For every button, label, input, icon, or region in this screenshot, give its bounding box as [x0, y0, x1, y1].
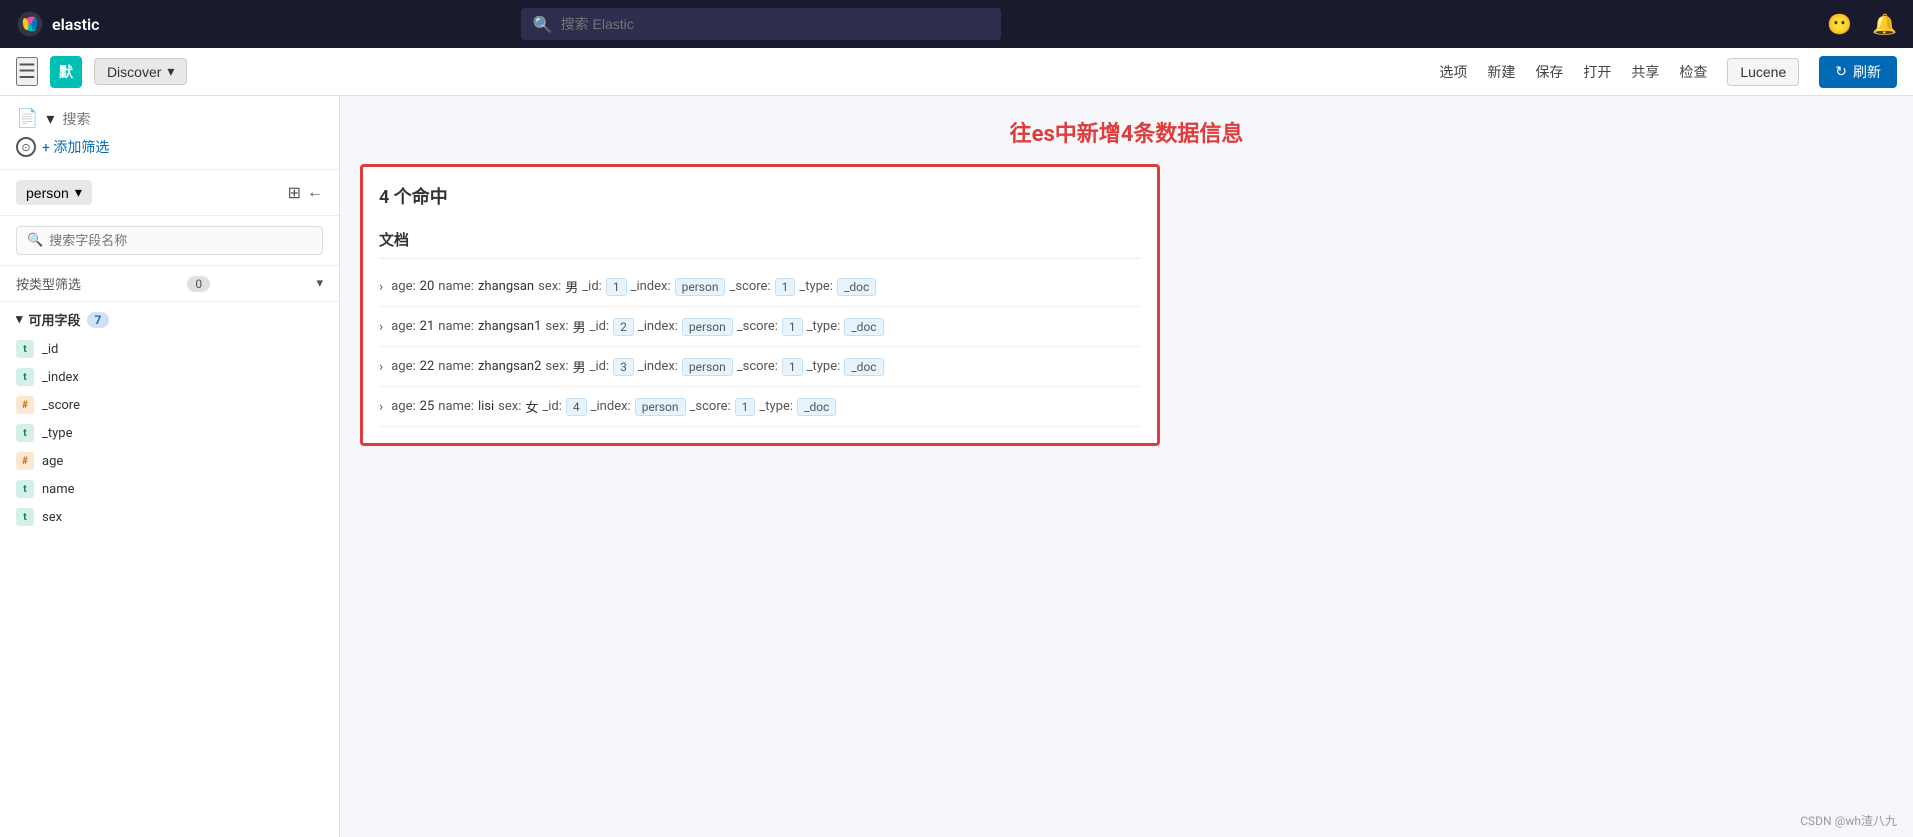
chevron-down-icon-filter: ▾ — [316, 276, 323, 291]
doc-content: age: 21 name: zhangsan1 sex: 男 _id: 2 _i… — [391, 317, 883, 336]
refresh-label: 刷新 — [1853, 62, 1881, 82]
save-button[interactable]: 保存 — [1535, 62, 1563, 82]
field-name: name — [42, 482, 75, 497]
top-nav: elastic 🔍 😶 🔔 — [0, 0, 1913, 48]
field-type-badge: t — [16, 480, 34, 498]
field-item: t name — [16, 475, 323, 503]
field-search: 🔍 — [0, 216, 339, 266]
chevron-down-icon-index: ▾ — [75, 184, 82, 201]
expand-icon[interactable]: › — [379, 279, 383, 295]
hamburger-button[interactable]: ☰ — [16, 57, 38, 86]
field-name: _score — [42, 398, 80, 413]
doc-content: age: 22 name: zhangsan2 sex: 男 _id: 3 _i… — [391, 357, 883, 376]
index-pattern-label: person — [26, 185, 69, 201]
filter-add-label: + 添加筛选 — [42, 137, 109, 157]
results-count: 4 个命中 — [379, 183, 1141, 209]
results-header: 文档 — [379, 221, 1141, 259]
nav-icons: 😶 🔔 — [1827, 12, 1897, 36]
field-item: t sex — [16, 503, 323, 531]
index-document-icon: 📄 — [16, 108, 38, 129]
field-search-input[interactable] — [49, 233, 312, 248]
search-toolbar: 📄 ▾ ⊙ + 添加筛选 — [0, 96, 339, 170]
expand-icon[interactable]: › — [379, 359, 383, 375]
second-nav: ☰ 默 Discover ▾ 选项 新建 保存 打开 共享 检查 Lucene … — [0, 48, 1913, 96]
open-button[interactable]: 打开 — [1583, 62, 1611, 82]
doc-content: age: 20 name: zhangsan sex: 男 _id: 1 _in… — [391, 277, 876, 296]
field-type-badge: t — [16, 424, 34, 442]
table-row: › age: 20 name: zhangsan sex: 男 _id: 1 _… — [379, 267, 1141, 307]
sidebar: 📄 ▾ ⊙ + 添加筛选 person ▾ ⊞ ← 🔍 — [0, 96, 340, 837]
field-name: _index — [42, 370, 79, 385]
field-item: t _type — [16, 419, 323, 447]
elastic-logo-icon — [16, 10, 44, 38]
field-name: sex — [42, 510, 62, 525]
fields-list: t _id t _index # _score t _type # age t … — [16, 335, 323, 531]
field-search-input-wrapper[interactable]: 🔍 — [16, 226, 323, 255]
refresh-icon: ↻ — [1835, 63, 1847, 80]
annotation-text: 往es中新增4条数据信息 — [360, 116, 1893, 148]
field-item: # age — [16, 447, 323, 475]
field-item: t _id — [16, 335, 323, 363]
expand-icon[interactable]: › — [379, 319, 383, 335]
table-row: › age: 22 name: zhangsan2 sex: 男 _id: 3 … — [379, 347, 1141, 387]
discover-label: Discover — [107, 64, 161, 80]
index-pattern-button[interactable]: person ▾ — [16, 180, 92, 205]
filter-add-row[interactable]: ⊙ + 添加筛选 — [16, 137, 323, 157]
search-input-row: 📄 ▾ — [16, 108, 323, 129]
field-name: age — [42, 454, 63, 469]
field-type-badge: # — [16, 396, 34, 414]
lucene-button[interactable]: Lucene — [1727, 58, 1799, 86]
documents-list: › age: 20 name: zhangsan sex: 男 _id: 1 _… — [379, 267, 1141, 427]
grid-view-button[interactable]: ⊞ — [288, 183, 301, 203]
content-area: 往es中新增4条数据信息 4 个命中 文档 › age: 20 name: zh… — [340, 96, 1913, 837]
available-fields-count: 7 — [87, 312, 110, 328]
csdn-watermark: CSDN @wh渣八九 — [1800, 812, 1897, 829]
available-fields-label: 可用字段 — [29, 310, 81, 329]
help-icon[interactable]: 😶 — [1827, 12, 1852, 36]
back-arrow-button[interactable]: ← — [307, 183, 323, 203]
chevron-down-icon-fields: ▾ — [16, 312, 23, 327]
filter-type-row: 按类型筛选 0 ▾ — [0, 266, 339, 302]
chevron-down-icon: ▾ — [167, 63, 174, 80]
field-item: t _index — [16, 363, 323, 391]
field-item: # _score — [16, 391, 323, 419]
expand-icon[interactable]: › — [379, 399, 383, 415]
share-icon[interactable]: 🔔 — [1872, 12, 1897, 36]
elastic-logo: elastic — [16, 10, 99, 38]
field-type-badge: t — [16, 508, 34, 526]
new-button[interactable]: 新建 — [1487, 62, 1515, 82]
doc-content: age: 25 name: lisi sex: 女 _id: 4 _index:… — [391, 397, 836, 416]
table-row: › age: 21 name: zhangsan1 sex: 男 _id: 2 … — [379, 307, 1141, 347]
inspect-button[interactable]: 检查 — [1679, 62, 1707, 82]
field-type-badge: t — [16, 368, 34, 386]
field-name: _type — [42, 426, 72, 441]
filter-type-label: 按类型筛选 — [16, 274, 81, 293]
top-search-input[interactable] — [561, 16, 989, 32]
index-icons-right: ⊞ ← — [288, 183, 323, 203]
chevron-down-icon-search: ▾ — [46, 109, 54, 128]
filter-circle-icon: ⊙ — [16, 137, 36, 157]
search-icon-top: 🔍 — [533, 15, 553, 34]
available-fields-header: ▾ 可用字段 7 — [16, 310, 323, 329]
filter-type-badge: 0 — [187, 276, 210, 292]
top-search-bar[interactable]: 🔍 — [521, 8, 1001, 40]
field-type-badge: t — [16, 340, 34, 358]
share-button[interactable]: 共享 — [1631, 62, 1659, 82]
logo-text: elastic — [52, 15, 99, 34]
table-row: › age: 25 name: lisi sex: 女 _id: 4 _inde… — [379, 387, 1141, 427]
avatar-button[interactable]: 默 — [50, 56, 82, 88]
search-icon-field: 🔍 — [27, 233, 43, 248]
field-name: _id — [42, 342, 58, 357]
index-selector: person ▾ ⊞ ← — [0, 170, 339, 216]
search-input[interactable] — [62, 111, 323, 127]
available-fields: ▾ 可用字段 7 t _id t _index # _score t _type… — [0, 302, 339, 539]
refresh-button[interactable]: ↻ 刷新 — [1819, 56, 1897, 88]
main-layout: 📄 ▾ ⊙ + 添加筛选 person ▾ ⊞ ← 🔍 — [0, 96, 1913, 837]
field-type-badge: # — [16, 452, 34, 470]
results-panel: 4 个命中 文档 › age: 20 name: zhangsan sex: 男… — [360, 164, 1160, 446]
nav-actions: 选项 新建 保存 打开 共享 检查 Lucene ↻ 刷新 — [1439, 56, 1897, 88]
discover-button[interactable]: Discover ▾ — [94, 58, 188, 85]
options-button[interactable]: 选项 — [1439, 62, 1467, 82]
